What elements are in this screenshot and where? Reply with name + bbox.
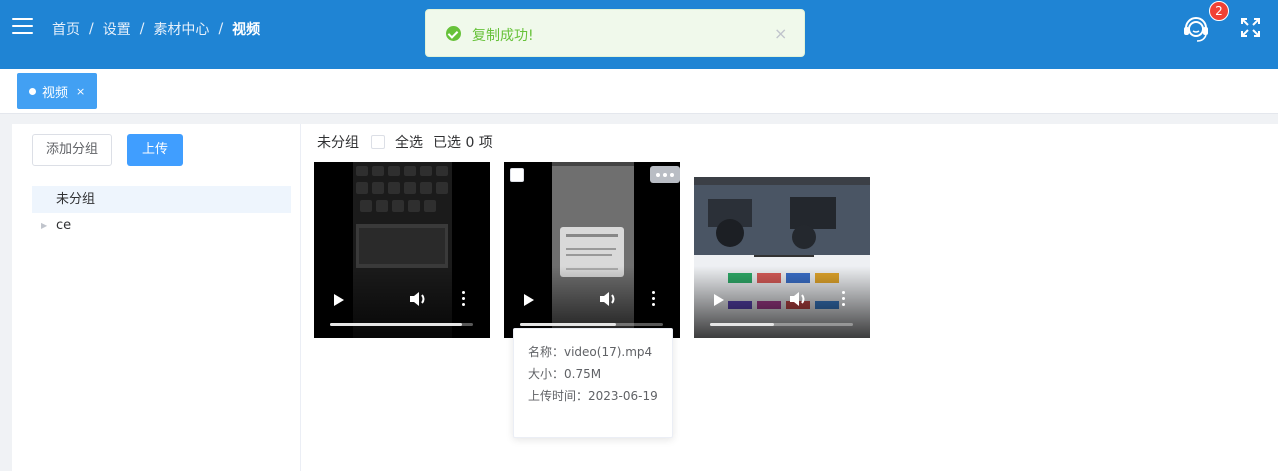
video-controls <box>694 266 870 338</box>
customer-service-icon[interactable] <box>1180 12 1212 44</box>
tree-item-ce[interactable]: ▶ ce <box>32 212 291 239</box>
video-progress-bar[interactable] <box>710 323 853 326</box>
current-group-label: 未分组 <box>317 135 359 151</box>
play-icon[interactable] <box>714 294 724 306</box>
video-size: 大小：0.75M <box>528 367 602 381</box>
progress-fill <box>710 323 775 326</box>
caret-right-icon[interactable]: ▶ <box>41 212 47 239</box>
select-all-checkbox[interactable] <box>371 135 385 149</box>
breadcrumb-settings[interactable]: 设置 <box>103 19 131 39</box>
video-player[interactable] <box>504 162 680 338</box>
success-check-icon <box>446 26 461 41</box>
selected-count: 已选 0 项 <box>433 135 493 151</box>
video-card[interactable] <box>314 162 490 338</box>
active-dot-icon <box>29 87 36 95</box>
success-toast: 复制成功! × <box>425 9 805 57</box>
tab-close-icon[interactable]: × <box>76 85 85 98</box>
tags-view-bar: 视频 × <box>0 69 1278 114</box>
video-library: 未分组 全选 已选 0 项 <box>302 124 1278 471</box>
upload-button[interactable]: 上传 <box>127 134 183 166</box>
fullscreen-icon[interactable] <box>1241 18 1260 37</box>
video-upload-time: 上传时间：2023-06-19 <box>528 389 658 403</box>
breadcrumb-material-center[interactable]: 素材中心 <box>153 19 209 39</box>
video-player[interactable] <box>314 162 490 338</box>
video-card[interactable] <box>504 162 680 338</box>
play-icon[interactable] <box>334 294 344 306</box>
video-progress-bar[interactable] <box>520 323 663 326</box>
breadcrumb-separator: / <box>139 21 145 37</box>
notification-badge: 2 <box>1209 1 1229 21</box>
tree-item-ungrouped[interactable]: 未分组 <box>32 186 291 213</box>
more-vertical-icon[interactable] <box>652 291 656 307</box>
tab-label: 视频 <box>42 85 69 101</box>
add-group-button[interactable]: 添加分组 <box>32 134 112 166</box>
more-vertical-icon[interactable] <box>842 291 846 307</box>
tree-item-label: 未分组 <box>56 192 96 207</box>
group-sidebar: 添加分组 上传 未分组 ▶ ce <box>12 124 301 471</box>
toast-close-icon[interactable]: × <box>774 24 787 43</box>
breadcrumb-home[interactable]: 首页 <box>52 19 80 39</box>
breadcrumb-separator: / <box>218 21 224 37</box>
video-select-checkbox[interactable] <box>510 168 524 182</box>
card-more-icon[interactable] <box>650 166 680 183</box>
selection-toolbar: 未分组 全选 已选 0 项 <box>317 133 493 151</box>
select-all-label[interactable]: 全选 <box>395 132 423 152</box>
menu-toggle-icon[interactable] <box>12 18 33 35</box>
video-progress-bar[interactable] <box>330 323 473 326</box>
video-card[interactable] <box>694 162 870 338</box>
volume-icon[interactable] <box>788 290 810 308</box>
video-name: 名称：video(17).mp4 <box>528 345 653 359</box>
tree-item-label: ce <box>56 218 72 233</box>
volume-icon[interactable] <box>598 290 620 308</box>
volume-icon[interactable] <box>408 290 430 308</box>
video-player[interactable] <box>694 177 870 338</box>
progress-fill <box>330 323 462 326</box>
toast-message: 复制成功! <box>472 28 534 44</box>
more-vertical-icon[interactable] <box>462 291 466 307</box>
breadcrumb-separator: / <box>89 21 94 37</box>
progress-fill <box>520 323 616 326</box>
video-controls <box>314 266 490 338</box>
video-info-tooltip: 名称：video(17).mp4 大小：0.75M 上传时间：2023-06-1… <box>513 328 673 438</box>
breadcrumb-current: 视频 <box>232 22 261 38</box>
breadcrumb: 首页 / 设置 / 素材中心 / 视频 <box>52 20 260 38</box>
play-icon[interactable] <box>524 294 534 306</box>
tab-video[interactable]: 视频 × <box>17 73 97 109</box>
